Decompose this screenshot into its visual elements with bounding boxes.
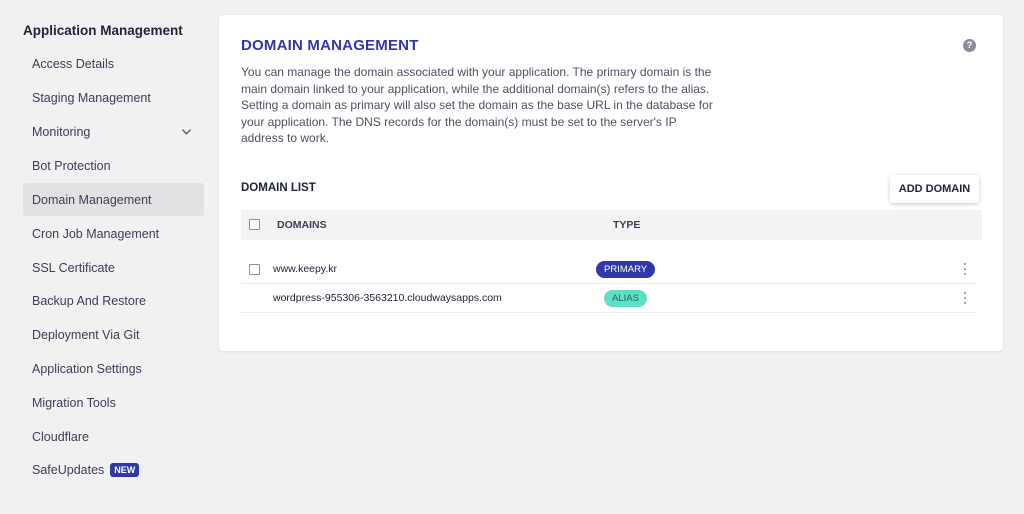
new-badge: NEW (110, 462, 140, 477)
type-badge-alias: ALIAS (604, 290, 647, 307)
sidebar-item-label: Bot Protection (32, 158, 111, 173)
table-row: wordpress-955306-3563210.cloudwaysapps.c… (241, 284, 976, 313)
sidebar: Application Management Access Details St… (0, 0, 210, 514)
sidebar-item-label: SSL Certificate (32, 260, 115, 275)
domain-name: wordpress-955306-3563210.cloudwaysapps.c… (273, 292, 502, 304)
kebab-menu-icon[interactable] (962, 263, 968, 275)
sidebar-item-migration-tools[interactable]: Migration Tools (23, 386, 204, 419)
sidebar-item-label: Staging Management (32, 90, 151, 105)
sidebar-item-label: Migration Tools (32, 395, 116, 410)
sidebar-item-staging-management[interactable]: Staging Management (23, 81, 204, 114)
sidebar-item-label: Domain Management (32, 192, 152, 207)
table-row: www.keepy.kr PRIMARY (241, 255, 976, 284)
sidebar-item-safeupdates[interactable]: SafeUpdates NEW (23, 453, 204, 486)
sidebar-item-domain-management[interactable]: Domain Management (23, 183, 204, 216)
sidebar-item-label: Cloudflare (32, 429, 89, 444)
page-title: DOMAIN MANAGEMENT (241, 37, 419, 54)
column-header-type: TYPE (613, 219, 641, 231)
sidebar-item-backup-and-restore[interactable]: Backup And Restore (23, 284, 204, 317)
sidebar-item-monitoring[interactable]: Monitoring (23, 115, 204, 148)
sidebar-title: Application Management (23, 23, 183, 38)
sidebar-item-label: Application Settings (32, 361, 142, 376)
sidebar-item-label: Cron Job Management (32, 226, 160, 241)
domain-list-title: DOMAIN LIST (241, 182, 316, 194)
add-domain-button[interactable]: ADD DOMAIN (890, 175, 979, 203)
sidebar-item-label: Backup And Restore (32, 293, 146, 308)
sidebar-item-cloudflare[interactable]: Cloudflare (23, 420, 204, 453)
select-all-checkbox[interactable] (249, 219, 260, 230)
row-checkbox[interactable] (249, 264, 260, 275)
sidebar-item-deployment-via-git[interactable]: Deployment Via Git (23, 318, 204, 351)
sidebar-item-cron-job-management[interactable]: Cron Job Management (23, 217, 204, 250)
kebab-menu-icon[interactable] (962, 292, 968, 304)
table-header: DOMAINS TYPE (241, 210, 982, 240)
sidebar-item-ssl-certificate[interactable]: SSL Certificate (23, 251, 204, 284)
chevron-down-icon[interactable] (181, 126, 192, 137)
type-badge-primary: PRIMARY (596, 261, 656, 278)
sidebar-item-bot-protection[interactable]: Bot Protection (23, 149, 204, 182)
help-icon[interactable]: ? (963, 39, 976, 52)
sidebar-item-label: Deployment Via Git (32, 327, 140, 342)
domain-management-card: DOMAIN MANAGEMENT ? You can manage the d… (219, 15, 1003, 351)
column-header-domains: DOMAINS (277, 219, 327, 231)
sidebar-item-application-settings[interactable]: Application Settings (23, 352, 204, 385)
sidebar-item-access-details[interactable]: Access Details (23, 47, 204, 80)
domain-name: www.keepy.kr (273, 263, 337, 275)
sidebar-item-label: Monitoring (32, 124, 91, 139)
sidebar-item-label: Access Details (32, 56, 114, 71)
page-description: You can manage the domain associated wit… (241, 65, 713, 145)
sidebar-item-label: SafeUpdates (32, 462, 105, 477)
